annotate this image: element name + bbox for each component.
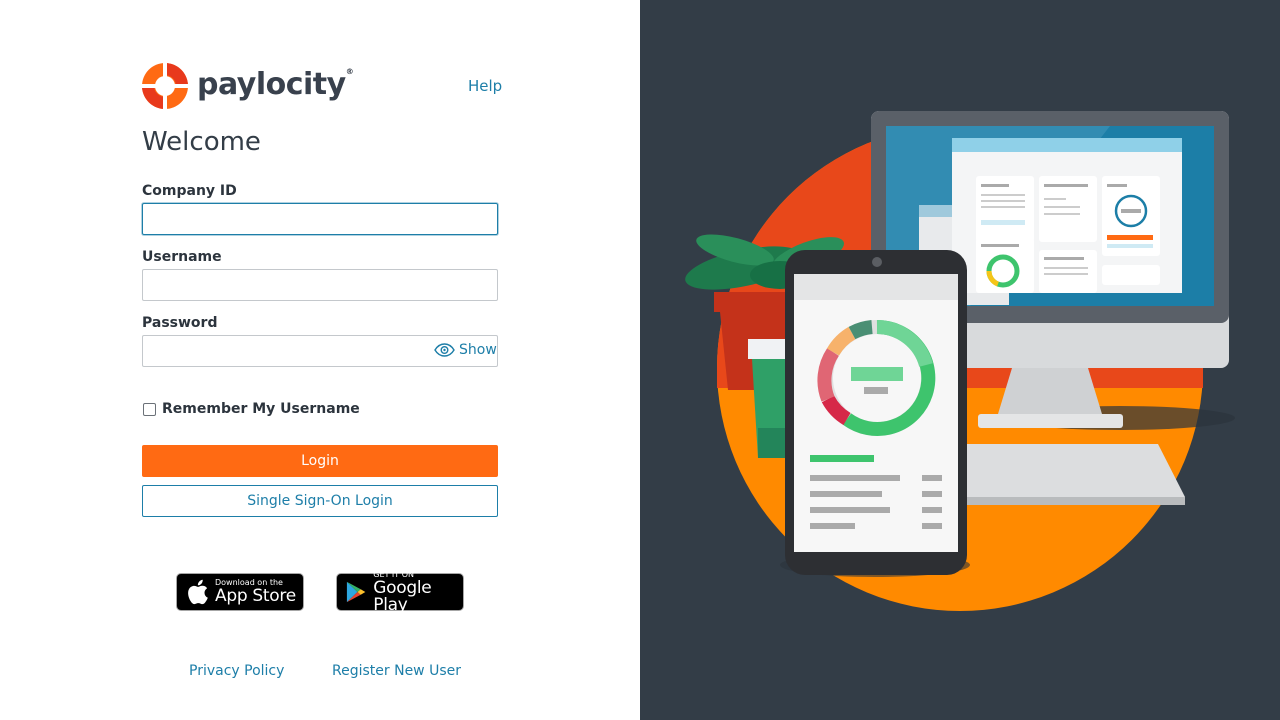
remember-checkbox[interactable] — [143, 402, 156, 416]
app-store-big-text: App Store — [215, 586, 296, 606]
hero-illustration — [685, 111, 1235, 611]
privacy-policy-link[interactable]: Privacy Policy — [189, 663, 284, 679]
illustration-panel — [640, 0, 1280, 720]
google-play-big-text: Google Play — [373, 577, 432, 615]
company-id-input[interactable] — [142, 203, 498, 235]
google-play-badge[interactable]: GET IT ON Google Play — [336, 570, 464, 615]
login-button[interactable]: Login — [142, 445, 498, 477]
app-store-badge[interactable]: Download on the App Store — [176, 573, 304, 611]
show-password-label: Show — [459, 342, 497, 358]
sso-login-button[interactable]: Single Sign-On Login — [142, 485, 498, 517]
remember-label: Remember My Username — [162, 401, 360, 417]
eye-icon — [434, 343, 455, 357]
register-new-user-link[interactable]: Register New User — [332, 663, 461, 679]
login-panel: paylocity® Help Welcome Company ID Usern… — [0, 0, 640, 720]
company-id-label: Company ID — [142, 183, 237, 199]
page-title: Welcome — [142, 127, 261, 157]
paylocity-logo: paylocity® — [142, 63, 354, 109]
password-label: Password — [142, 315, 218, 331]
help-link[interactable]: Help — [468, 77, 502, 95]
paylocity-logo-icon — [142, 63, 188, 109]
apple-icon — [188, 579, 208, 605]
remember-username[interactable]: Remember My Username — [143, 401, 360, 417]
smartphone-icon — [785, 250, 967, 575]
google-play-icon — [346, 581, 366, 603]
username-label: Username — [142, 249, 222, 265]
username-input[interactable] — [142, 269, 498, 301]
show-password-toggle[interactable]: Show — [434, 342, 497, 358]
brand-name: paylocity® — [197, 66, 354, 102]
